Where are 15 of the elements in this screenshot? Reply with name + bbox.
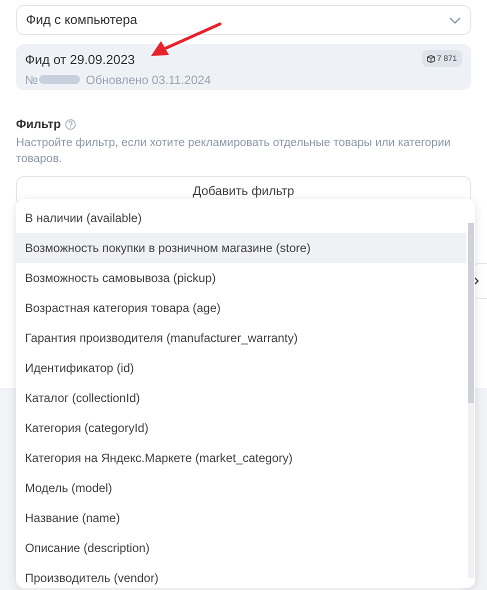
menu-item[interactable]: Производитель (vendor)	[16, 563, 466, 588]
cube-icon	[426, 54, 435, 62]
filter-description: Настройте фильтр, если хотите рекламировать отдельные товары или категории товаров.	[16, 136, 452, 167]
number-label: №	[25, 72, 38, 88]
count-badge: 7 871	[422, 50, 462, 67]
arrow-drawing	[150, 22, 222, 58]
redacted-number	[38, 75, 80, 84]
menu-item[interactable]: Возможность покупки в розничном магазине (store)	[16, 233, 466, 263]
updated-date: Обновлено 03.11.2024	[86, 72, 211, 88]
filter-heading: Фильтр	[16, 116, 61, 133]
source-select[interactable]: Фид с компьютера	[16, 5, 471, 35]
feed-title: Фид от 29.09.2023	[25, 51, 135, 69]
chevron-down-icon	[449, 16, 461, 24]
help-icon[interactable]	[64, 118, 76, 130]
scrollbar-thumb[interactable]	[468, 223, 474, 403]
